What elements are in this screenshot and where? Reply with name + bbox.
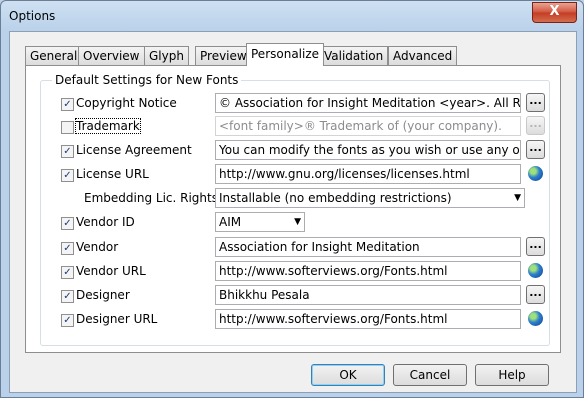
embedding-rights-value: Installable (no embedding restrictions) [219,191,452,205]
ok-button[interactable]: OK [311,364,385,386]
globe-icon[interactable] [528,263,543,278]
vendor-checkbox[interactable]: ✓ [61,242,74,255]
license-agreement-checkbox[interactable]: ✓ [61,145,74,158]
trademark-label: Trademark [75,118,141,134]
tab-advanced[interactable]: Advanced [388,46,458,65]
cancel-button[interactable]: Cancel [393,364,467,386]
copyright-field[interactable]: © Association for Insight Meditation <ye… [215,93,521,113]
trademark-checkbox[interactable] [61,121,74,134]
trademark-field[interactable]: <font family>® Trademark of (your compan… [215,116,521,136]
designer-url-label: Designer URL [76,312,158,326]
dialog-client: General Overview Glyph Preview Personali… [9,31,577,393]
copyright-browse-button[interactable]: ... [526,93,545,112]
window-title: Options [9,9,56,23]
copyright-row: ✓ Copyright Notice © Association for Ins… [26,93,560,115]
vendor-id-select[interactable]: AIM ▼ [215,212,305,232]
designer-checkbox[interactable]: ✓ [61,290,74,303]
copyright-checkbox[interactable]: ✓ [61,98,74,111]
trademark-browse-button[interactable]: ... [526,116,545,135]
license-agreement-label: License Agreement [76,143,192,157]
options-dialog: Options X General Overview Glyph Preview… [0,0,584,398]
globe-icon[interactable] [528,166,543,181]
copyright-label: Copyright Notice [76,96,177,110]
vendor-id-label: Vendor ID [76,215,135,229]
globe-icon[interactable] [528,311,543,326]
designer-row: ✓ Designer Bhikkhu Pesala ... [26,285,560,307]
embedding-rights-select[interactable]: Installable (no embedding restrictions) … [215,188,525,208]
license-url-row: ✓ License URL http://www.gnu.org/license… [26,164,560,186]
designer-label: Designer [76,288,130,302]
designer-url-row: ✓ Designer URL http://www.softerviews.or… [26,309,560,331]
tab-personalize[interactable]: Personalize [246,43,325,66]
designer-field[interactable]: Bhikkhu Pesala [215,285,521,305]
chevron-down-icon: ▼ [514,193,521,203]
vendor-url-checkbox[interactable]: ✓ [61,266,74,279]
vendor-id-checkbox[interactable]: ✓ [61,217,74,230]
vendor-url-field[interactable]: http://www.softerviews.org/Fonts.html [215,261,521,281]
close-button[interactable]: X [532,2,577,23]
tab-overview[interactable]: Overview [78,46,145,65]
vendor-browse-button[interactable]: ... [526,237,545,256]
group-title: Default Settings for New Fonts [52,73,242,87]
license-agreement-browse-button[interactable]: ... [526,140,545,159]
license-url-checkbox[interactable]: ✓ [61,169,74,182]
license-agreement-field[interactable]: You can modify the fonts as you wish or … [215,140,521,160]
tab-general[interactable]: General [25,46,83,65]
designer-url-checkbox[interactable]: ✓ [61,314,74,327]
license-agreement-row: ✓ License Agreement You can modify the f… [26,140,560,162]
vendor-label: Vendor [76,240,119,254]
vendor-row: ✓ Vendor Association for Insight Meditat… [26,237,560,259]
vendor-url-label: Vendor URL [76,264,146,278]
designer-url-field[interactable]: http://www.softerviews.org/Fonts.html [215,309,521,329]
designer-browse-button[interactable]: ... [526,285,545,304]
tab-preview[interactable]: Preview [195,46,252,65]
vendor-url-row: ✓ Vendor URL http://www.softerviews.org/… [26,261,560,283]
personalize-panel: Default Settings for New Fonts ✓ Copyrig… [25,65,561,353]
vendor-field[interactable]: Association for Insight Meditation [215,237,521,257]
chevron-down-icon: ▼ [294,217,301,227]
tab-glyph[interactable]: Glyph [144,46,189,65]
license-url-label: License URL [76,167,149,181]
embedding-rights-label: Embedding Lic. Rights [84,191,218,205]
vendor-id-value: AIM [219,215,242,229]
vendor-id-row: ✓ Vendor ID AIM ▼ [26,212,560,234]
tab-validation[interactable]: Validation [319,46,389,65]
help-button[interactable]: Help [475,364,549,386]
embedding-rights-row: Embedding Lic. Rights Installable (no em… [26,188,560,210]
trademark-row: Trademark <font family>® Trademark of (y… [26,116,560,138]
license-url-field[interactable]: http://www.gnu.org/licenses/licenses.htm… [215,164,521,184]
